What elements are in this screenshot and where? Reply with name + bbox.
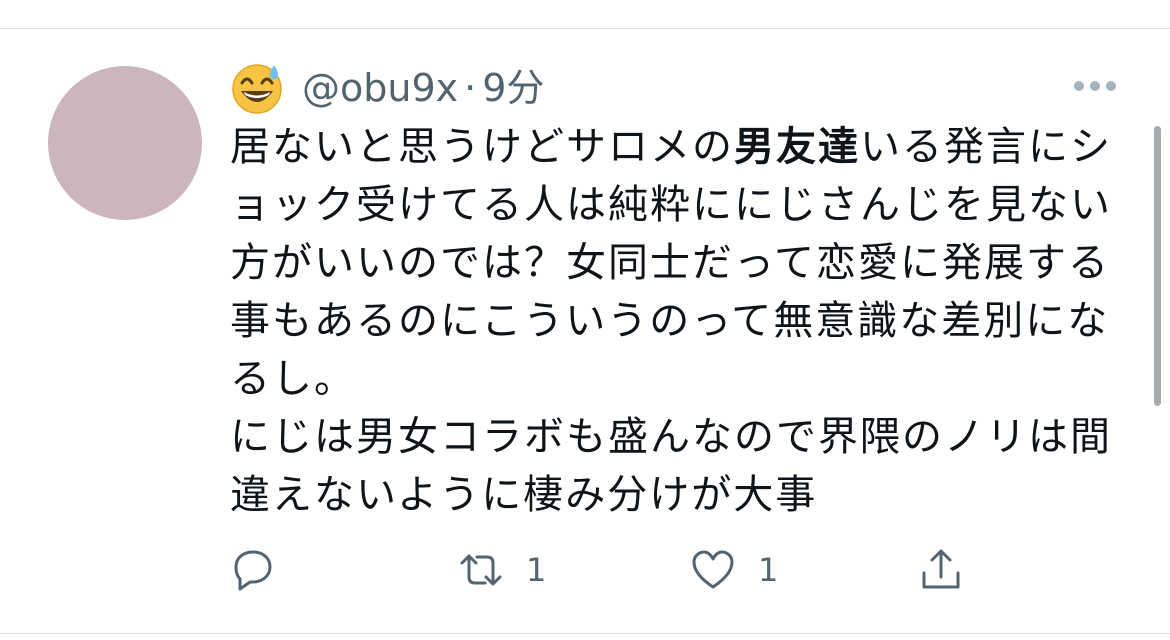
tweet-paragraph-2: にじは男女コラボも盛んなので界隈のノリは間違えないように棲み分けが大事 <box>230 414 1112 518</box>
timestamp[interactable]: 9分 <box>482 60 544 116</box>
tweet-header: @obu9x · 9分 <box>230 60 544 116</box>
like-count: 1 <box>758 551 779 589</box>
more-options-icon[interactable] <box>1072 76 1118 96</box>
tweet-text-bold: 男友達 <box>734 124 860 170</box>
retweet-button[interactable]: 1 <box>458 546 546 594</box>
like-button[interactable]: 1 <box>690 546 778 594</box>
share-button[interactable] <box>918 546 964 594</box>
user-handle[interactable]: @obu9x <box>302 60 458 116</box>
top-divider <box>0 28 1170 29</box>
tweet-actions: 1 1 <box>0 540 1170 600</box>
grinning-face-with-sweat-icon <box>232 64 282 114</box>
tweet-text: 居ないと思うけどサロメの男友達いる発言にショック受けてる人は純粋ににじさんじを見… <box>230 118 1130 524</box>
reply-button[interactable] <box>230 546 276 594</box>
tweet-text-part-1: 居ないと思うけどサロメの <box>230 124 734 170</box>
bottom-divider <box>0 633 1170 634</box>
retweet-count: 1 <box>526 551 547 589</box>
retweet-icon <box>460 554 502 586</box>
share-icon <box>922 549 960 589</box>
tweet-paragraph-1: 居ないと思うけどサロメの男友達いる発言にショック受けてる人は純粋ににじさんじを見… <box>230 118 1130 408</box>
separator-dot: · <box>464 66 477 110</box>
avatar[interactable] <box>48 66 202 220</box>
reply-icon <box>234 550 272 591</box>
heart-icon <box>692 550 734 589</box>
scrollbar[interactable] <box>1154 126 1161 406</box>
